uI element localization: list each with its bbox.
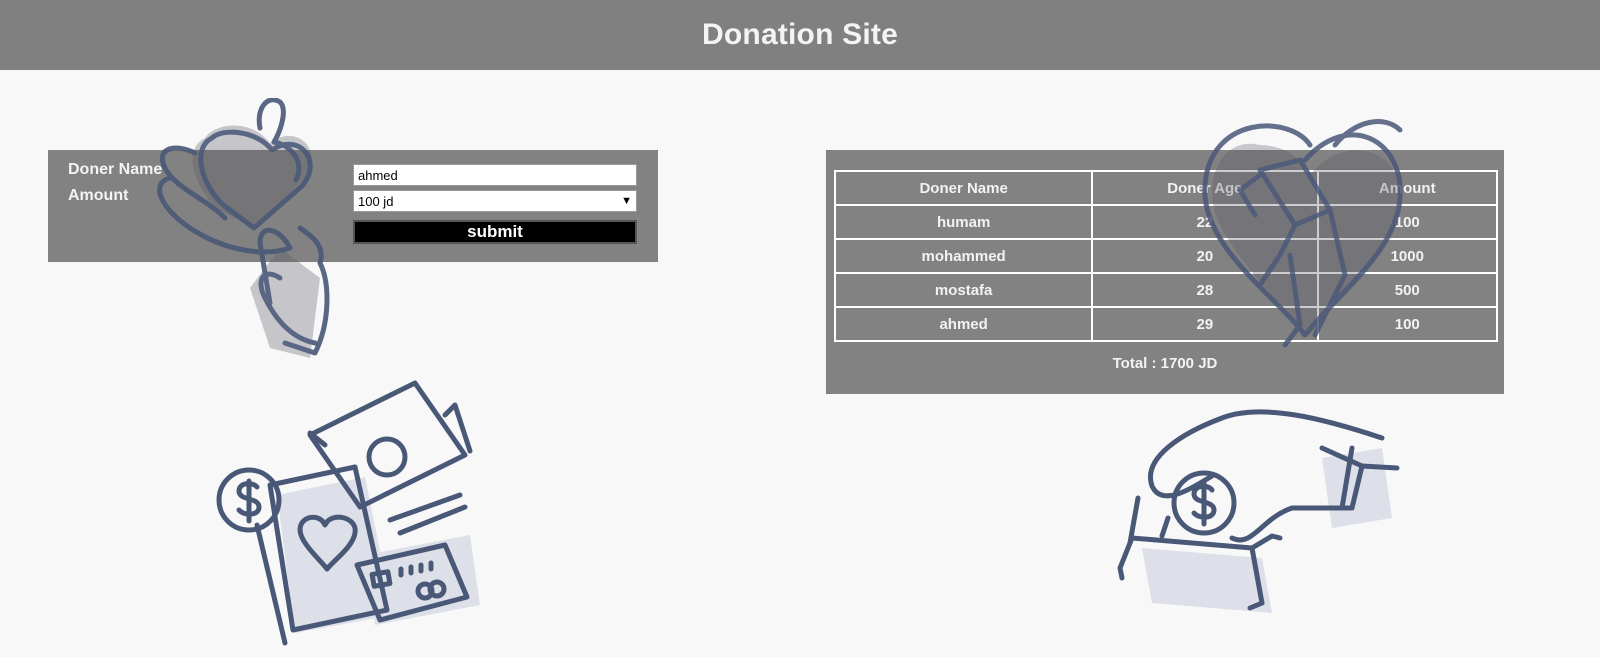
page-title: Donation Site xyxy=(702,18,898,51)
column-header-amount: Amount xyxy=(1316,170,1498,206)
table-row: mostafa 28 500 xyxy=(833,272,1498,308)
amount-label: Amount xyxy=(68,187,129,204)
doner-name-label: Doner Name xyxy=(68,161,163,178)
cell-name: ahmed xyxy=(833,306,1094,342)
cell-amount: 100 xyxy=(1316,306,1498,342)
column-header-name: Doner Name xyxy=(833,170,1094,206)
doner-name-input[interactable] xyxy=(353,164,637,186)
donor-table-panel: Doner Name Doner Age Amount humam 22 100… xyxy=(826,150,1504,394)
hand-dropping-coin-icon xyxy=(1112,408,1412,623)
table-row: ahmed 29 100 xyxy=(833,306,1498,342)
cell-amount: 1000 xyxy=(1316,238,1498,274)
submit-button[interactable]: submit xyxy=(353,220,637,244)
cell-age: 22 xyxy=(1091,204,1319,240)
page-header: Donation Site xyxy=(0,0,1600,70)
cell-name: humam xyxy=(833,204,1094,240)
column-header-age: Doner Age xyxy=(1091,170,1319,206)
cell-name: mohammed xyxy=(833,238,1094,274)
table-header-row: Doner Name Doner Age Amount xyxy=(833,170,1498,206)
amount-select[interactable]: 100 jd ▼ xyxy=(353,190,637,212)
money-and-card-icon xyxy=(215,380,495,650)
cell-age: 20 xyxy=(1091,238,1319,274)
donor-table: Doner Name Doner Age Amount humam 22 100… xyxy=(833,170,1498,342)
donation-form: Doner Name Amount 100 jd ▼ submit xyxy=(48,150,658,262)
cell-amount: 500 xyxy=(1316,272,1498,308)
cell-age: 28 xyxy=(1091,272,1319,308)
table-row: humam 22 100 xyxy=(833,204,1498,240)
amount-selected-value: 100 jd xyxy=(358,193,394,209)
table-row: mohammed 20 1000 xyxy=(833,238,1498,274)
cell-age: 29 xyxy=(1091,306,1319,342)
chevron-down-icon: ▼ xyxy=(621,195,632,207)
donation-total: Total : 1700 JD xyxy=(1112,355,1218,372)
cell-name: mostafa xyxy=(833,272,1094,308)
cell-amount: 100 xyxy=(1316,204,1498,240)
